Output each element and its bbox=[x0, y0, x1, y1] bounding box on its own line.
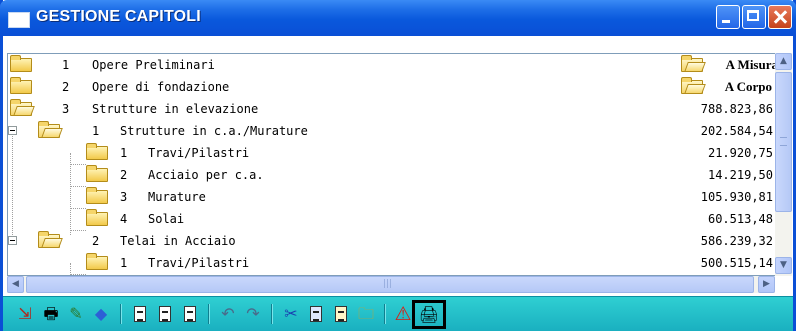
row-label: Telai in Acciaio bbox=[120, 234, 236, 248]
vertical-scrollbar[interactable]: ▲ ▼ bbox=[775, 53, 792, 276]
toolbar: ⇲ 🖶 ✎ ◆ ↶ ↷ ✂ 🗀 ⚠ 🖨 bbox=[3, 296, 793, 331]
row-label: Strutture in c.a./Murature bbox=[120, 124, 308, 138]
row-number: 4 bbox=[120, 212, 128, 226]
row-number: 3 bbox=[120, 190, 128, 204]
row-type-tag: A Corpo bbox=[724, 79, 772, 94]
chapter-tree[interactable]: 1 Opere Preliminari A Misura 2 Opere di … bbox=[7, 53, 776, 276]
window-icon bbox=[8, 12, 30, 28]
folder-icon bbox=[86, 187, 108, 204]
tree-row[interactable]: 2 Telai in Acciaio 586.239,32 bbox=[8, 230, 776, 252]
edit-icon[interactable]: ✎ bbox=[65, 303, 87, 325]
eraser-icon[interactable]: ◆ bbox=[90, 303, 112, 325]
row-label: Solai bbox=[148, 212, 185, 226]
folder-open-icon bbox=[681, 77, 703, 94]
folder-open-icon bbox=[38, 121, 60, 138]
tree-row[interactable]: 1 Strutture in c.a./Murature 202.584,54 bbox=[8, 120, 776, 142]
copy-icon[interactable] bbox=[305, 303, 327, 325]
printer-icon[interactable]: 🖨 bbox=[412, 300, 446, 329]
collapse-icon[interactable] bbox=[8, 236, 17, 245]
paste-icon[interactable] bbox=[330, 303, 352, 325]
row-value: 14.219,50 bbox=[707, 168, 773, 182]
row-number: 3 bbox=[62, 102, 70, 116]
tree-row[interactable]: 1 Travi/Pilastri 21.920,75 bbox=[8, 142, 776, 164]
scroll-right-button[interactable]: ▶ bbox=[758, 276, 775, 293]
h-scroll-thumb[interactable] bbox=[26, 276, 754, 293]
folder-icon bbox=[10, 77, 32, 94]
row-label: Strutture in elevazione bbox=[92, 102, 259, 116]
tree-row[interactable]: 3 Murature 105.930,81 bbox=[8, 186, 776, 208]
print-icon[interactable]: 🖶 bbox=[40, 303, 62, 325]
row-value: 788.823,86 bbox=[700, 102, 773, 116]
warning-icon[interactable]: ⚠ bbox=[392, 303, 414, 325]
close-button[interactable] bbox=[768, 5, 792, 29]
redo-icon[interactable]: ↷ bbox=[242, 303, 264, 325]
tree-row[interactable]: 4 Solai 60.513,48 bbox=[8, 208, 776, 230]
titlebar[interactable]: GESTIONE CAPITOLI bbox=[0, 0, 796, 36]
row-value: 21.920,75 bbox=[707, 146, 773, 160]
folder-icon bbox=[86, 143, 108, 160]
folder-icon bbox=[10, 55, 32, 72]
doc-icon[interactable] bbox=[154, 303, 176, 325]
window-title: GESTIONE CAPITOLI bbox=[36, 8, 201, 25]
separator bbox=[120, 304, 122, 324]
tree-line bbox=[70, 274, 86, 275]
tree-row[interactable]: 1 Opere Preliminari A Misura bbox=[8, 54, 776, 76]
row-label: Acciaio per c.a. bbox=[148, 168, 264, 182]
collapse-icon[interactable] bbox=[8, 126, 17, 135]
row-label: Opere Preliminari bbox=[92, 58, 215, 72]
doc-icon[interactable] bbox=[179, 303, 201, 325]
export-icon[interactable]: ⇲ bbox=[14, 303, 36, 325]
scroll-thumb[interactable] bbox=[775, 72, 792, 212]
separator bbox=[384, 304, 386, 324]
scroll-left-button[interactable]: ◀ bbox=[7, 276, 24, 293]
tree-row[interactable]: 3 Strutture in elevazione 788.823,86 bbox=[8, 98, 776, 120]
folder-icon[interactable]: 🗀 bbox=[355, 303, 377, 325]
separator bbox=[271, 304, 273, 324]
row-value: 586.239,32 bbox=[700, 234, 773, 248]
row-value: 202.584,54 bbox=[700, 124, 773, 138]
row-value: 60.513,48 bbox=[707, 212, 773, 226]
scroll-up-button[interactable]: ▲ bbox=[775, 53, 792, 70]
folder-open-icon bbox=[10, 99, 32, 116]
undo-icon[interactable]: ↶ bbox=[217, 303, 239, 325]
folder-icon bbox=[86, 165, 108, 182]
folder-open-icon bbox=[681, 55, 703, 72]
maximize-button[interactable] bbox=[742, 5, 766, 29]
doc-icon[interactable] bbox=[129, 303, 151, 325]
row-label: Travi/Pilastri bbox=[148, 256, 250, 270]
row-value: 105.930,81 bbox=[700, 190, 773, 204]
tree-row[interactable]: 2 Acciaio per c.a. 14.219,50 bbox=[8, 164, 776, 186]
row-type-tag: A Misura bbox=[725, 57, 776, 72]
folder-icon bbox=[86, 253, 108, 270]
tree-row[interactable]: 2 Opere di fondazione A Corpo bbox=[8, 76, 776, 98]
row-label: Travi/Pilastri bbox=[148, 146, 250, 160]
scroll-down-button[interactable]: ▼ bbox=[775, 257, 792, 274]
row-number: 1 bbox=[62, 58, 70, 72]
minimize-button[interactable] bbox=[716, 5, 740, 29]
horizontal-scrollbar[interactable]: ◀ ▶ bbox=[7, 276, 775, 293]
row-number: 2 bbox=[120, 168, 128, 182]
separator bbox=[208, 304, 210, 324]
row-label: Murature bbox=[148, 190, 206, 204]
row-number: 1 bbox=[120, 256, 128, 270]
row-number: 2 bbox=[62, 80, 70, 94]
row-number: 1 bbox=[120, 146, 128, 160]
cut-icon[interactable]: ✂ bbox=[280, 303, 302, 325]
folder-open-icon bbox=[38, 231, 60, 248]
row-number: 2 bbox=[92, 234, 100, 248]
folder-icon bbox=[86, 209, 108, 226]
tree-row[interactable]: 1 Travi/Pilastri 500.515,14 bbox=[8, 252, 776, 274]
row-value: 500.515,14 bbox=[700, 256, 773, 270]
row-label: Opere di fondazione bbox=[92, 80, 230, 94]
row-number: 1 bbox=[92, 124, 100, 138]
